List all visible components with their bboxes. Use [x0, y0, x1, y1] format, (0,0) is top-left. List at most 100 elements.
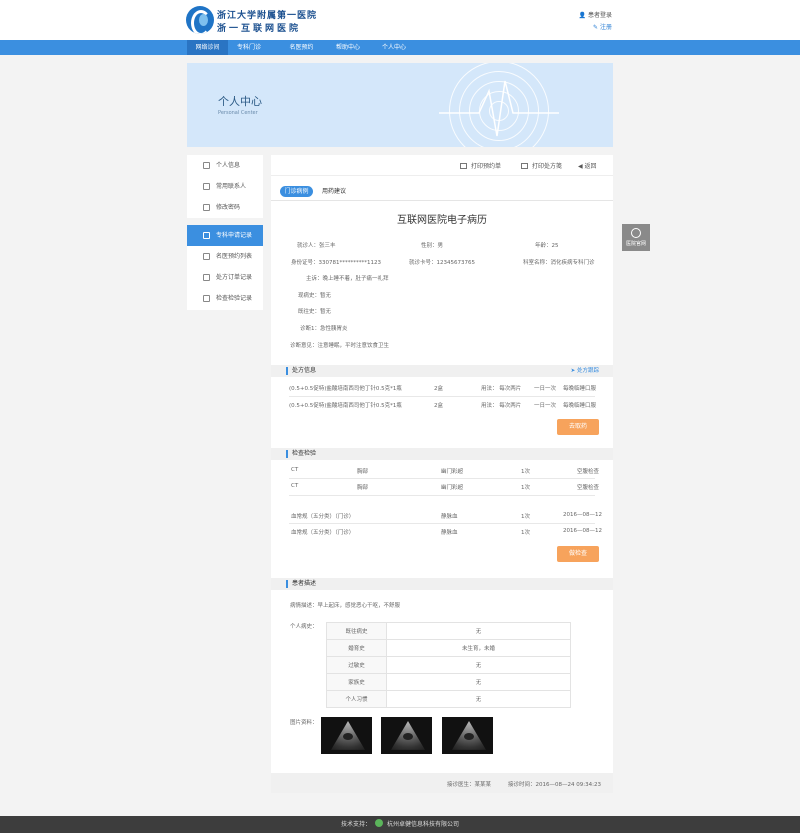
- logo-text-line2: 浙一互联网医院: [217, 24, 302, 34]
- table-row: 个人习惯无: [326, 690, 571, 708]
- back-button[interactable]: ◀ 返回: [578, 161, 597, 170]
- edit-icon: ✎: [593, 24, 599, 31]
- exam-count: 1次: [521, 485, 530, 491]
- sidebar-item-label: 专科申请记录: [216, 232, 253, 239]
- tab-outpatient-record[interactable]: 门诊病例: [280, 186, 313, 197]
- attending-doctor: 接诊医生：某某某: [447, 782, 492, 788]
- nav-item-online-clinic[interactable]: 网络诊间: [187, 40, 228, 55]
- user-icon: [203, 162, 210, 169]
- exam-status: 空腹检查: [577, 469, 600, 475]
- page-footer: 技术支持： 杭州卓健信息科技有限公司: [0, 816, 800, 833]
- sidebar-item-profile[interactable]: 个人信息: [187, 155, 263, 176]
- exam-method: 幽门彩超: [441, 469, 464, 475]
- nav-item-personal-center[interactable]: 个人中心: [373, 40, 415, 55]
- prescription-frequency: 一日一次: [534, 403, 557, 409]
- logo-emblem-icon: [186, 6, 214, 34]
- exam-part: 胸部: [357, 469, 369, 475]
- prescription-route: 每晚临睡口服: [563, 386, 597, 392]
- prescription-frequency: 一日一次: [534, 386, 557, 392]
- record-footer: 接诊医生：某某某 接诊时间：2016—08—24 09:34:23: [271, 773, 613, 793]
- history-value: 无: [386, 690, 571, 708]
- print-prescription-button[interactable]: 打印处方笺: [521, 161, 562, 170]
- tab-medication-advice[interactable]: 用药建议: [322, 186, 346, 197]
- exam-item: CT: [291, 483, 299, 489]
- consultation-time: 接诊时间：2016—08—24 09:34:23: [508, 782, 601, 788]
- row-divider: [289, 478, 595, 479]
- table-row: 婚育史 未生育，未婚: [326, 639, 571, 657]
- sidebar-item-contacts[interactable]: 常用联系人: [187, 176, 263, 197]
- tab-divider: [271, 200, 613, 201]
- print-appointment-button[interactable]: 打印预约单: [460, 161, 501, 170]
- exam-date: 2016—08—12: [563, 528, 602, 534]
- prescription-track-link[interactable]: ➤ 处方跟踪: [571, 365, 599, 377]
- patient-login-link[interactable]: 👤 患者登录: [579, 10, 612, 19]
- print-appointment-label: 打印预约单: [471, 163, 502, 170]
- contacts-icon: [203, 183, 210, 190]
- sidebar-item-prescription-orders[interactable]: 处方订单记录: [187, 267, 263, 288]
- age-field: 年龄：25: [535, 243, 559, 249]
- sidebar-item-label: 名医预约列表: [216, 253, 253, 260]
- prescription-drug: (0.5+0.5促特)盐酸培南西司他丁针0.5克*1瓶: [289, 386, 402, 392]
- banner-title: 个人中心: [218, 95, 262, 108]
- hospital-website-float-button[interactable]: 医院官网: [622, 224, 650, 251]
- exam-method: 静脉血: [441, 530, 458, 536]
- gender-field: 性别：男: [421, 243, 444, 249]
- sidebar-group-account: 个人信息 常用联系人 修改密码: [187, 155, 263, 218]
- patient-name-field: 就诊人：张三丰: [297, 243, 336, 249]
- banner-subtitle: Personal Center: [218, 110, 258, 116]
- exam-section-header: 检查检验: [271, 448, 613, 460]
- nav-item-help[interactable]: 帮助中心: [327, 40, 369, 55]
- prescription-route: 每晚临睡口服: [563, 403, 597, 409]
- patient-section-title: 患者描述: [292, 580, 317, 587]
- sidebar-item-label: 处方订单记录: [216, 274, 253, 281]
- exam-method: 幽门彩超: [441, 485, 464, 491]
- register-link[interactable]: ✎ 注册: [593, 22, 612, 31]
- sidebar-item-label: 检查检验记录: [216, 295, 253, 302]
- banner-rings-decoration: [439, 63, 559, 147]
- page-banner: 个人中心 Personal Center: [187, 63, 613, 147]
- diagnosis-opinion-field: 诊断意见：注意睡眠，平时注意饮食卫生: [290, 343, 390, 349]
- present-history-field: 现病史：暂无: [298, 293, 332, 299]
- personal-history-table: 既往病史无 婚育史 未生育，未婚 过敏史无 家族史无 个人习惯无: [326, 622, 571, 708]
- exam-count: 1次: [521, 530, 530, 536]
- patient-section-header: 患者描述: [271, 578, 613, 590]
- sidebar-item-label: 修改密码: [216, 204, 241, 211]
- table-row: 过敏史无: [326, 656, 571, 674]
- lock-icon: [203, 204, 210, 211]
- department-field: 科室名称：消化疾病专科门诊: [523, 260, 595, 266]
- clipboard-icon: [203, 295, 210, 302]
- condition-description: 病情描述：早上起床，感觉恶心干呕，不舒服: [290, 603, 401, 609]
- ultrasound-image-thumbnail[interactable]: [442, 717, 493, 754]
- prescription-usage: 用法： 每次两片: [481, 403, 522, 409]
- row-divider: [289, 495, 595, 496]
- printer-icon: [521, 163, 528, 169]
- prescription-section-header: 处方信息 ➤ 处方跟踪: [271, 365, 613, 377]
- sidebar-item-exam-records[interactable]: 检查检验记录: [187, 288, 263, 309]
- hospital-logo[interactable]: 浙江大学附属第一医院 浙一互联网医院: [186, 6, 316, 34]
- list-icon: [203, 253, 210, 260]
- exam-item: CT: [291, 467, 299, 473]
- sidebar-item-appointments[interactable]: 名医预约列表: [187, 246, 263, 267]
- row-divider: [289, 396, 595, 397]
- nav-item-specialist[interactable]: 专科门诊: [228, 40, 270, 55]
- nav-item-famous-doctor[interactable]: 名医预约: [280, 40, 323, 55]
- history-value: 无: [386, 656, 571, 674]
- ultrasound-image-thumbnail[interactable]: [321, 717, 372, 754]
- login-label: 患者登录: [587, 12, 612, 19]
- get-medicine-button[interactable]: 去取药: [557, 419, 599, 435]
- toolbar-divider: [271, 175, 613, 176]
- exam-method: 静脉血: [441, 514, 458, 520]
- sidebar-item-specialist-records[interactable]: 专科申请记录: [187, 225, 263, 246]
- ultrasound-image-thumbnail[interactable]: [381, 717, 432, 754]
- exam-item: 血常规（五分类）（门诊）: [291, 530, 355, 536]
- sidebar-item-password[interactable]: 修改密码: [187, 197, 263, 218]
- images-label: 图片资料：: [290, 720, 318, 726]
- id-number-field: 身份证号：330781**********1123: [291, 260, 382, 266]
- history-key: 个人习惯: [326, 690, 387, 708]
- do-exam-button[interactable]: 做检查: [557, 546, 599, 562]
- prescription-section-title: 处方信息: [292, 367, 317, 374]
- company-logo-icon: [375, 819, 383, 827]
- float-button-label: 医院官网: [625, 241, 646, 247]
- exam-date: 2016—08—12: [563, 512, 602, 518]
- exam-count: 1次: [521, 514, 530, 520]
